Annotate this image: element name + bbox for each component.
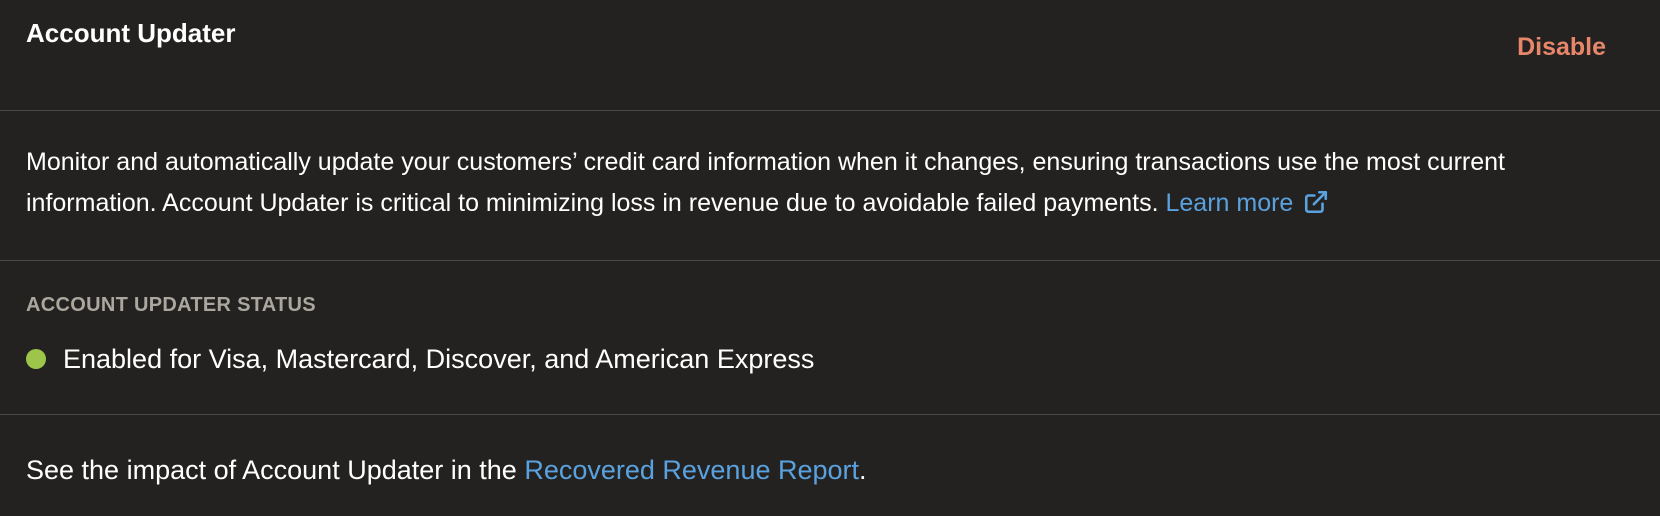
account-updater-panel: Account Updater Disable Monitor and auto…: [0, 0, 1660, 516]
recovered-revenue-report-link[interactable]: Recovered Revenue Report: [524, 455, 859, 485]
footer-suffix: .: [859, 455, 867, 485]
status-section: [0, 261, 1660, 414]
status-indicator-dot: [26, 349, 46, 369]
divider: [0, 110, 1660, 111]
page-title: Account Updater: [26, 18, 236, 48]
footer-prefix: See the impact of Account Updater in the: [26, 455, 517, 485]
learn-more-link[interactable]: Learn more: [1165, 189, 1329, 217]
divider: [0, 414, 1660, 415]
external-link-icon: [1305, 190, 1328, 214]
status-row: Enabled for Visa, Mastercard, Discover, …: [26, 341, 814, 377]
panel-header: Account Updater Disable: [0, 0, 1660, 110]
description-section: Monitor and automatically update your cu…: [0, 142, 1660, 224]
disable-button[interactable]: Disable: [1517, 30, 1606, 64]
status-label: ACCOUNT UPDATER STATUS: [26, 294, 316, 316]
status-text: Enabled for Visa, Mastercard, Discover, …: [63, 344, 815, 374]
footer-text: See the impact of Account Updater in the…: [26, 452, 867, 488]
learn-more-label: Learn more: [1165, 189, 1294, 217]
